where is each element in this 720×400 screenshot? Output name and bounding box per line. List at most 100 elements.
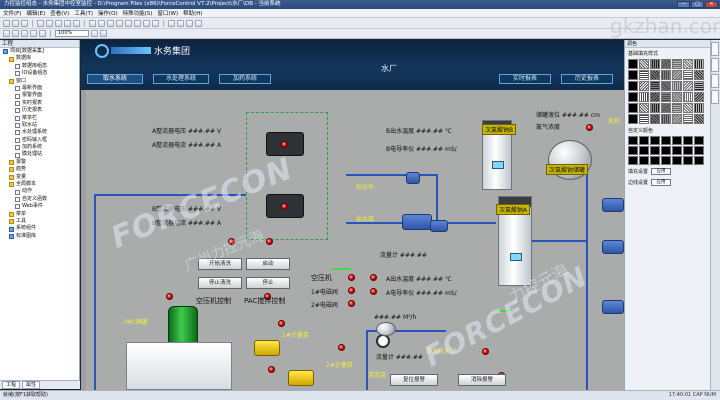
- run-icon[interactable]: [89, 19, 96, 27]
- tree-item[interactable]: 密码输入框: [0, 137, 79, 144]
- send-back-icon[interactable]: [177, 19, 184, 27]
- dock-tab[interactable]: [711, 90, 719, 104]
- color-swatch[interactable]: [683, 136, 693, 145]
- pattern-swatch[interactable]: [683, 59, 693, 69]
- color-swatch[interactable]: [628, 156, 638, 165]
- pac-storage-box[interactable]: [126, 342, 232, 390]
- color-swatch[interactable]: [672, 146, 682, 155]
- pattern-swatch[interactable]: [694, 59, 704, 69]
- menu-special[interactable]: 特殊功能(S): [123, 9, 153, 17]
- zoom-in-icon[interactable]: [91, 30, 98, 37]
- pattern-swatch[interactable]: [639, 81, 649, 91]
- menu-operate[interactable]: 操作(O): [98, 9, 118, 17]
- pattern-swatch[interactable]: [683, 81, 693, 91]
- bring-front-icon[interactable]: [168, 19, 175, 27]
- tree-item[interactable]: 工具: [0, 218, 79, 225]
- pattern-swatch[interactable]: [628, 103, 638, 113]
- pattern-swatch[interactable]: [639, 92, 649, 102]
- rect-icon[interactable]: [21, 30, 28, 37]
- minimize-button[interactable]: —: [677, 1, 690, 8]
- pointer-icon[interactable]: [3, 30, 10, 37]
- flow-meter-gauge[interactable]: [376, 334, 390, 348]
- pattern-swatch[interactable]: [628, 70, 638, 80]
- tree-item[interactable]: 报警: [0, 159, 79, 166]
- pattern-swatch[interactable]: [661, 70, 671, 80]
- pattern-swatch[interactable]: [628, 59, 638, 69]
- align-bottom-icon[interactable]: [152, 19, 159, 27]
- color-swatch[interactable]: [694, 156, 704, 165]
- pattern-swatch[interactable]: [650, 114, 660, 124]
- stop-button[interactable]: 停止: [246, 277, 290, 289]
- tree-item[interactable]: IO设备组态: [0, 70, 79, 77]
- tab-history-report[interactable]: 历史报表: [561, 74, 613, 84]
- tree-item[interactable]: 系统组件: [0, 225, 79, 232]
- menu-file[interactable]: 文件(F): [3, 9, 21, 17]
- pattern-swatch[interactable]: [628, 114, 638, 124]
- maximize-button[interactable]: □: [691, 1, 704, 8]
- ungroup-icon[interactable]: [195, 19, 202, 27]
- pattern-swatch[interactable]: [694, 81, 704, 91]
- color-swatch[interactable]: [628, 136, 638, 145]
- align-top-icon[interactable]: [143, 19, 150, 27]
- pattern-swatch[interactable]: [672, 114, 682, 124]
- salt-water-pump[interactable]: [402, 214, 432, 230]
- tree-item[interactable]: 水处理系统: [0, 129, 79, 136]
- zoom-out-icon[interactable]: [100, 30, 107, 37]
- color-swatch[interactable]: [639, 156, 649, 165]
- tab-realtime-report[interactable]: 实时报表: [499, 74, 551, 84]
- color-swatch[interactable]: [650, 156, 660, 165]
- group-icon[interactable]: [186, 19, 193, 27]
- open-icon[interactable]: [12, 19, 19, 27]
- pattern-swatch[interactable]: [661, 59, 671, 69]
- transfer-pump-2[interactable]: [602, 240, 624, 254]
- transfer-pump-3[interactable]: [602, 300, 624, 314]
- pattern-swatch[interactable]: [661, 92, 671, 102]
- pattern-swatch[interactable]: [661, 114, 671, 124]
- color-swatch[interactable]: [694, 146, 704, 155]
- color-swatch[interactable]: [661, 146, 671, 155]
- menu-tools[interactable]: 工具(T): [74, 9, 93, 17]
- tab-dosing[interactable]: 加药系统: [219, 74, 271, 84]
- pattern-swatch[interactable]: [639, 103, 649, 113]
- pattern-swatch[interactable]: [683, 114, 693, 124]
- pattern-swatch[interactable]: [694, 103, 704, 113]
- color-swatch[interactable]: [683, 146, 693, 155]
- hmi-canvas[interactable]: 水务集团 水厂 取水系统 水处理系统 加药系统 实时报表 历史报表 A整流器电压…: [81, 40, 624, 390]
- pattern-swatch[interactable]: [683, 92, 693, 102]
- flow-meter-body[interactable]: [376, 322, 396, 336]
- tree-item[interactable]: 膜处理站: [0, 151, 79, 158]
- cut-icon[interactable]: [37, 19, 44, 27]
- tree-item[interactable]: 历史报表: [0, 107, 79, 114]
- pattern-swatch[interactable]: [628, 81, 638, 91]
- pattern-swatch[interactable]: [650, 103, 660, 113]
- pattern-swatch[interactable]: [639, 59, 649, 69]
- pattern-swatch[interactable]: [683, 103, 693, 113]
- pattern-swatch[interactable]: [672, 70, 682, 80]
- menu-edit[interactable]: 编辑(E): [26, 9, 45, 17]
- zoom-select[interactable]: 100%: [55, 30, 89, 37]
- motor[interactable]: [430, 220, 448, 232]
- pattern-swatch[interactable]: [694, 114, 704, 124]
- pattern-swatch[interactable]: [661, 103, 671, 113]
- fill-apply-button[interactable]: 应用: [651, 168, 672, 175]
- undo-icon[interactable]: [64, 19, 71, 27]
- dock-tab[interactable]: [711, 42, 719, 56]
- line-icon[interactable]: [12, 30, 19, 37]
- color-swatch[interactable]: [628, 146, 638, 155]
- pattern-swatch[interactable]: [683, 70, 693, 80]
- close-button[interactable]: ×: [705, 1, 718, 8]
- pattern-swatch[interactable]: [661, 81, 671, 91]
- grid-icon[interactable]: [107, 19, 114, 27]
- reset-alarm-button[interactable]: 复位报警: [390, 374, 438, 386]
- softened-water-pump[interactable]: [406, 172, 420, 184]
- rectifier-b-cabinet[interactable]: [266, 194, 304, 218]
- pattern-swatch[interactable]: [672, 92, 682, 102]
- transfer-pump-1[interactable]: [602, 198, 624, 212]
- tab-water-intake[interactable]: 取水系统: [87, 74, 143, 84]
- tree-item[interactable]: 项目[数据采集]: [0, 48, 79, 55]
- color-swatch[interactable]: [683, 156, 693, 165]
- stop-icon[interactable]: [98, 19, 105, 27]
- pattern-swatch[interactable]: [650, 59, 660, 69]
- tree-item[interactable]: 变量: [0, 174, 79, 181]
- save-icon[interactable]: [21, 19, 28, 27]
